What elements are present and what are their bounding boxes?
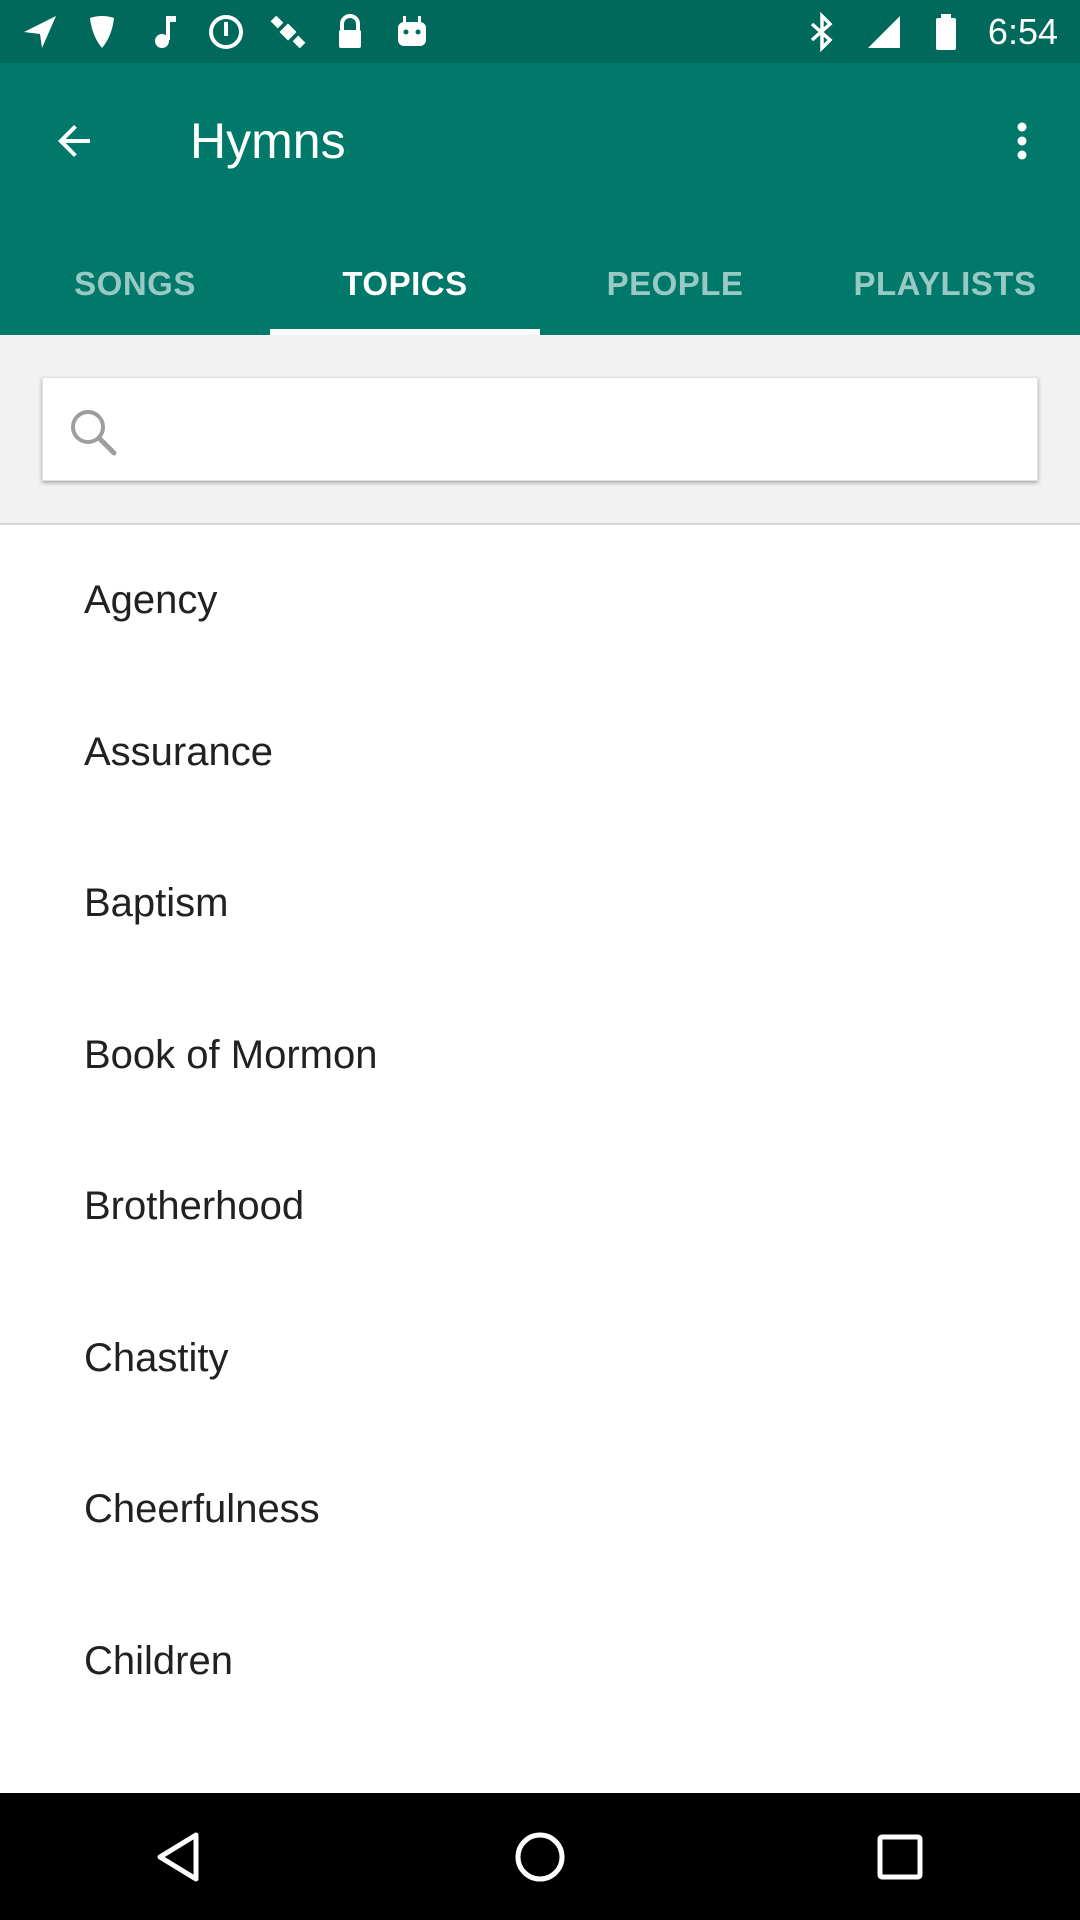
back-button[interactable]: [38, 105, 110, 177]
search-icon: [71, 410, 117, 456]
navigation-arrow-icon: [20, 12, 60, 52]
nav-home-button[interactable]: [480, 1807, 600, 1907]
list-item[interactable]: Book of Mormon: [0, 980, 1080, 1132]
status-bar-left-icons: [20, 10, 432, 54]
overflow-menu-button[interactable]: [986, 105, 1058, 177]
system-nav-bar: [0, 1793, 1080, 1920]
nav-back-button[interactable]: [120, 1807, 240, 1907]
android-icon: [392, 12, 432, 52]
search-area: [0, 335, 1080, 525]
tab-songs[interactable]: SONGS: [0, 233, 270, 335]
lock-icon: [330, 12, 370, 52]
search-input[interactable]: [143, 378, 1027, 482]
tab-topics[interactable]: TOPICS: [270, 233, 540, 335]
list-item[interactable]: Children: [0, 1586, 1080, 1738]
nav-recents-button[interactable]: [840, 1807, 960, 1907]
status-bar-right-icons: 6:54: [802, 10, 1058, 54]
recents-square-icon: [877, 1834, 923, 1879]
satellite-icon: [268, 12, 308, 52]
list-item[interactable]: Cheerfulness: [0, 1434, 1080, 1586]
home-circle-icon: [515, 1832, 565, 1881]
list-item[interactable]: Agency: [0, 525, 1080, 677]
list-item[interactable]: Chastity: [0, 1283, 1080, 1435]
app-bar: Hymns SONGS TOPICS PEOPLE PLAYLISTS: [0, 63, 1080, 335]
music-note-icon: [144, 12, 184, 52]
status-time: 6:54: [987, 11, 1058, 52]
topic-list: Agency Assurance Baptism Book of Mormon …: [0, 525, 1080, 1793]
search-box[interactable]: [42, 377, 1038, 482]
status-bar: 6:54: [0, 0, 1080, 63]
data-saver-icon: [206, 12, 246, 52]
tab-people[interactable]: PEOPLE: [540, 233, 810, 335]
more-vert-icon: [1017, 122, 1027, 160]
list-item[interactable]: Brotherhood: [0, 1131, 1080, 1283]
back-triangle-icon: [157, 1832, 199, 1881]
list-item[interactable]: Assurance: [0, 677, 1080, 829]
tab-playlists[interactable]: PLAYLISTS: [810, 233, 1080, 335]
list-item[interactable]: Baptism: [0, 828, 1080, 980]
battery-icon: [926, 12, 966, 52]
page-title: Hymns: [190, 113, 346, 169]
tab-bar: SONGS TOPICS PEOPLE PLAYLISTS: [0, 233, 1080, 335]
bluetooth-icon: [802, 12, 842, 52]
signal-icon: [864, 12, 904, 52]
guitar-pick-icon: [82, 12, 122, 52]
arrow-back-icon: [58, 125, 90, 157]
